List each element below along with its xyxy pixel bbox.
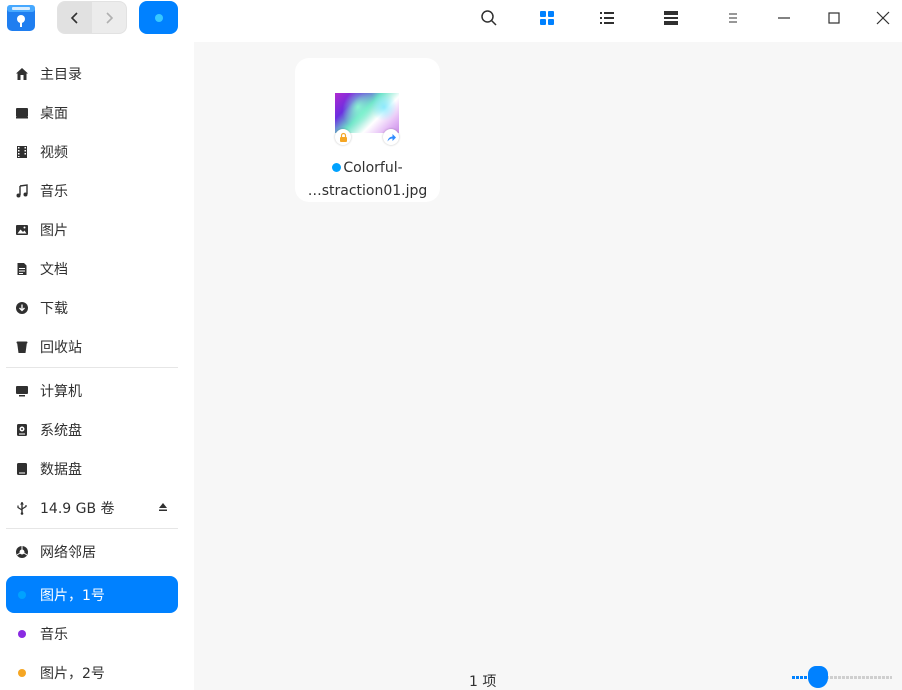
sidebar-item-home[interactable]: 主目录 bbox=[6, 55, 178, 92]
sidebar-item-usb-volume[interactable]: 14.9 GB 卷 bbox=[6, 489, 178, 526]
grid-view-icon bbox=[540, 11, 554, 25]
sidebar-item-label: 桌面 bbox=[40, 105, 68, 122]
computer-icon bbox=[14, 383, 30, 399]
detail-view-icon bbox=[664, 11, 678, 25]
sidebar-item-documents[interactable]: 文档 bbox=[6, 250, 178, 287]
eject-icon[interactable] bbox=[158, 502, 168, 512]
home-icon bbox=[14, 66, 30, 82]
detail-view-button[interactable] bbox=[657, 4, 685, 32]
sidebar-item-desktop[interactable]: 桌面 bbox=[6, 94, 178, 131]
sidebar-item-label: 文档 bbox=[40, 261, 68, 278]
trash-icon bbox=[14, 339, 30, 355]
music-icon bbox=[14, 183, 30, 199]
sidebar-item-label: 图片，2号 bbox=[40, 665, 105, 682]
maximize-icon bbox=[828, 12, 840, 24]
sidebar-item-computer[interactable]: 计算机 bbox=[6, 372, 178, 409]
title-bar bbox=[0, 0, 902, 42]
file-view-area[interactable]: Colorful- …straction01.jpg 1 项 bbox=[194, 42, 902, 690]
file-name-line-2: …straction01.jpg bbox=[307, 183, 428, 199]
share-icon bbox=[383, 129, 399, 145]
main-menu-button[interactable] bbox=[719, 4, 747, 32]
chevron-right-icon bbox=[106, 11, 114, 24]
lock-icon bbox=[335, 129, 351, 145]
image-thumbnail bbox=[335, 93, 399, 133]
back-button[interactable] bbox=[58, 2, 92, 33]
icon-size-slider[interactable] bbox=[792, 666, 892, 688]
picture-icon bbox=[14, 222, 30, 238]
tag-color-dot-icon bbox=[18, 668, 26, 677]
minimize-button[interactable] bbox=[770, 4, 798, 32]
list-view-button[interactable] bbox=[593, 4, 621, 32]
breadcrumb-tag-button[interactable] bbox=[139, 1, 178, 34]
sidebar-item-network[interactable]: 网络邻居 bbox=[6, 533, 178, 570]
minimize-icon bbox=[778, 17, 790, 19]
sidebar-item-videos[interactable]: 视频 bbox=[6, 133, 178, 170]
sidebar-item-label: 14.9 GB 卷 bbox=[40, 500, 115, 517]
sidebar-divider bbox=[6, 528, 178, 529]
network-icon bbox=[14, 544, 30, 560]
navigation-buttons bbox=[57, 1, 127, 34]
sidebar-item-label: 主目录 bbox=[40, 66, 82, 83]
file-name-line-1: Colorful- bbox=[343, 160, 403, 176]
menu-icon bbox=[729, 13, 737, 23]
chevron-left-icon bbox=[70, 11, 78, 24]
sidebar-item-label: 图片 bbox=[40, 222, 68, 239]
desktop-icon bbox=[14, 105, 30, 121]
system-disk-icon bbox=[14, 422, 30, 438]
file-manager-logo-icon bbox=[6, 3, 36, 33]
sidebar-item-tag-music[interactable]: 音乐 bbox=[6, 615, 178, 652]
sidebar-item-label: 下载 bbox=[40, 300, 68, 317]
sidebar-item-pictures[interactable]: 图片 bbox=[6, 211, 178, 248]
sidebar-item-label: 音乐 bbox=[40, 626, 68, 643]
close-button[interactable] bbox=[869, 4, 897, 32]
sidebar-divider bbox=[6, 367, 178, 368]
sidebar-item-system-disk[interactable]: 系统盘 bbox=[6, 411, 178, 448]
usb-icon bbox=[14, 500, 30, 516]
sidebar-item-label: 视频 bbox=[40, 144, 68, 161]
sidebar-item-downloads[interactable]: 下载 bbox=[6, 289, 178, 326]
sidebar-item-music[interactable]: 音乐 bbox=[6, 172, 178, 209]
file-name: Colorful- …straction01.jpg bbox=[295, 157, 440, 203]
sidebar-item-tag-pictures-2[interactable]: 图片，2号 bbox=[6, 654, 178, 690]
sidebar-item-label: 图片，1号 bbox=[40, 587, 105, 604]
tag-dot-icon bbox=[154, 13, 163, 22]
tag-color-dot-icon bbox=[18, 629, 26, 638]
document-icon bbox=[14, 261, 30, 277]
search-icon bbox=[481, 10, 497, 26]
data-disk-icon bbox=[14, 461, 30, 477]
sidebar-item-tag-pictures-1[interactable]: 图片，1号 bbox=[6, 576, 178, 613]
file-item[interactable]: Colorful- …straction01.jpg bbox=[295, 58, 440, 202]
maximize-button[interactable] bbox=[820, 4, 848, 32]
tag-color-dot-icon bbox=[18, 590, 26, 599]
forward-button[interactable] bbox=[92, 2, 126, 33]
sidebar-item-label: 网络邻居 bbox=[40, 544, 96, 561]
sidebar: 主目录 桌面 视频 音乐 图片 文档 下载 回收站 计算机 系统盘 数据盘 14… bbox=[0, 42, 194, 690]
sidebar-item-label: 数据盘 bbox=[40, 461, 82, 478]
list-view-icon bbox=[600, 12, 614, 24]
file-tag-dot-icon bbox=[332, 163, 342, 172]
sidebar-item-data-disk[interactable]: 数据盘 bbox=[6, 450, 178, 487]
slider-handle[interactable] bbox=[808, 666, 828, 688]
icon-view-button[interactable] bbox=[533, 4, 561, 32]
download-icon bbox=[14, 300, 30, 316]
sidebar-item-label: 计算机 bbox=[40, 383, 82, 400]
sidebar-item-trash[interactable]: 回收站 bbox=[6, 328, 178, 365]
video-icon bbox=[14, 144, 30, 160]
sidebar-item-label: 回收站 bbox=[40, 339, 82, 356]
sidebar-item-label: 音乐 bbox=[40, 183, 68, 200]
item-count-status: 1 项 bbox=[469, 674, 497, 690]
search-button[interactable] bbox=[475, 4, 503, 32]
sidebar-item-label: 系统盘 bbox=[40, 422, 82, 439]
close-icon bbox=[876, 11, 890, 25]
